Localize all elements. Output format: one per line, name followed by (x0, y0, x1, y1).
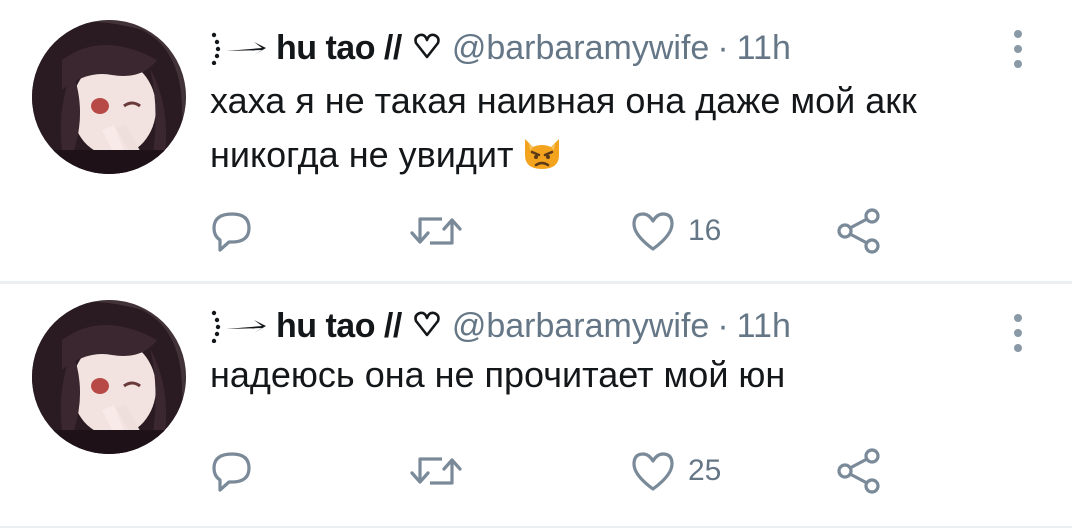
heart-outline-icon (412, 31, 442, 66)
avatar[interactable] (32, 300, 186, 454)
timestamp[interactable]: 11h (737, 29, 791, 68)
handle[interactable]: @barbaramywife (452, 29, 710, 68)
reply-button[interactable] (210, 206, 254, 256)
reply-button[interactable] (210, 446, 254, 496)
separator: · (717, 28, 729, 67)
handle[interactable]: @barbaramywife (452, 307, 710, 346)
tweet-text-content: надеюсь она не прочитает мой юн (210, 354, 786, 395)
share-button[interactable] (834, 446, 884, 496)
more-icon[interactable] (1004, 24, 1032, 74)
display-name[interactable]: hu tao // (276, 29, 402, 68)
tweet-header: hu tao // @barbaramywife · 11h (208, 304, 791, 348)
avatar-image (32, 20, 186, 174)
retweet-button[interactable] (408, 206, 464, 256)
reply-icon (212, 212, 251, 252)
pouting-cat-emoji (521, 132, 563, 186)
arrow-icon (208, 309, 270, 343)
tweet[interactable]: hu tao // @barbaramywife · 11h надеюсь о… (0, 284, 1072, 528)
share-button[interactable] (834, 206, 884, 256)
retweet-icon (410, 457, 462, 485)
action-bar: 25 (210, 446, 910, 496)
arrow-icon (208, 31, 270, 65)
display-name[interactable]: hu tao // (276, 307, 402, 346)
separator: · (717, 306, 729, 345)
tweet[interactable]: hu tao // @barbaramywife · 11h хаха я не… (0, 0, 1072, 284)
retweet-button[interactable] (408, 446, 464, 496)
like-count: 16 (688, 214, 722, 247)
like-button[interactable]: 25 (630, 446, 721, 496)
heart-outline-icon (412, 309, 442, 344)
action-bar: 16 (210, 206, 910, 256)
tweet-text: надеюсь она не прочитает мой юн (210, 348, 1010, 402)
timestamp[interactable]: 11h (737, 307, 791, 346)
share-icon (837, 208, 880, 254)
avatar-image (32, 300, 186, 454)
like-count: 25 (688, 454, 722, 487)
share-icon (837, 448, 880, 494)
retweet-icon (410, 217, 462, 245)
tweet-header: hu tao // @barbaramywife · 11h (208, 26, 791, 70)
tweet-text: хаха я не такая наивная она даже мой акк… (210, 74, 1010, 186)
like-button[interactable]: 16 (630, 206, 721, 256)
heart-icon (632, 452, 674, 491)
reply-icon (212, 452, 251, 492)
heart-icon (632, 212, 674, 251)
avatar[interactable] (32, 20, 186, 174)
